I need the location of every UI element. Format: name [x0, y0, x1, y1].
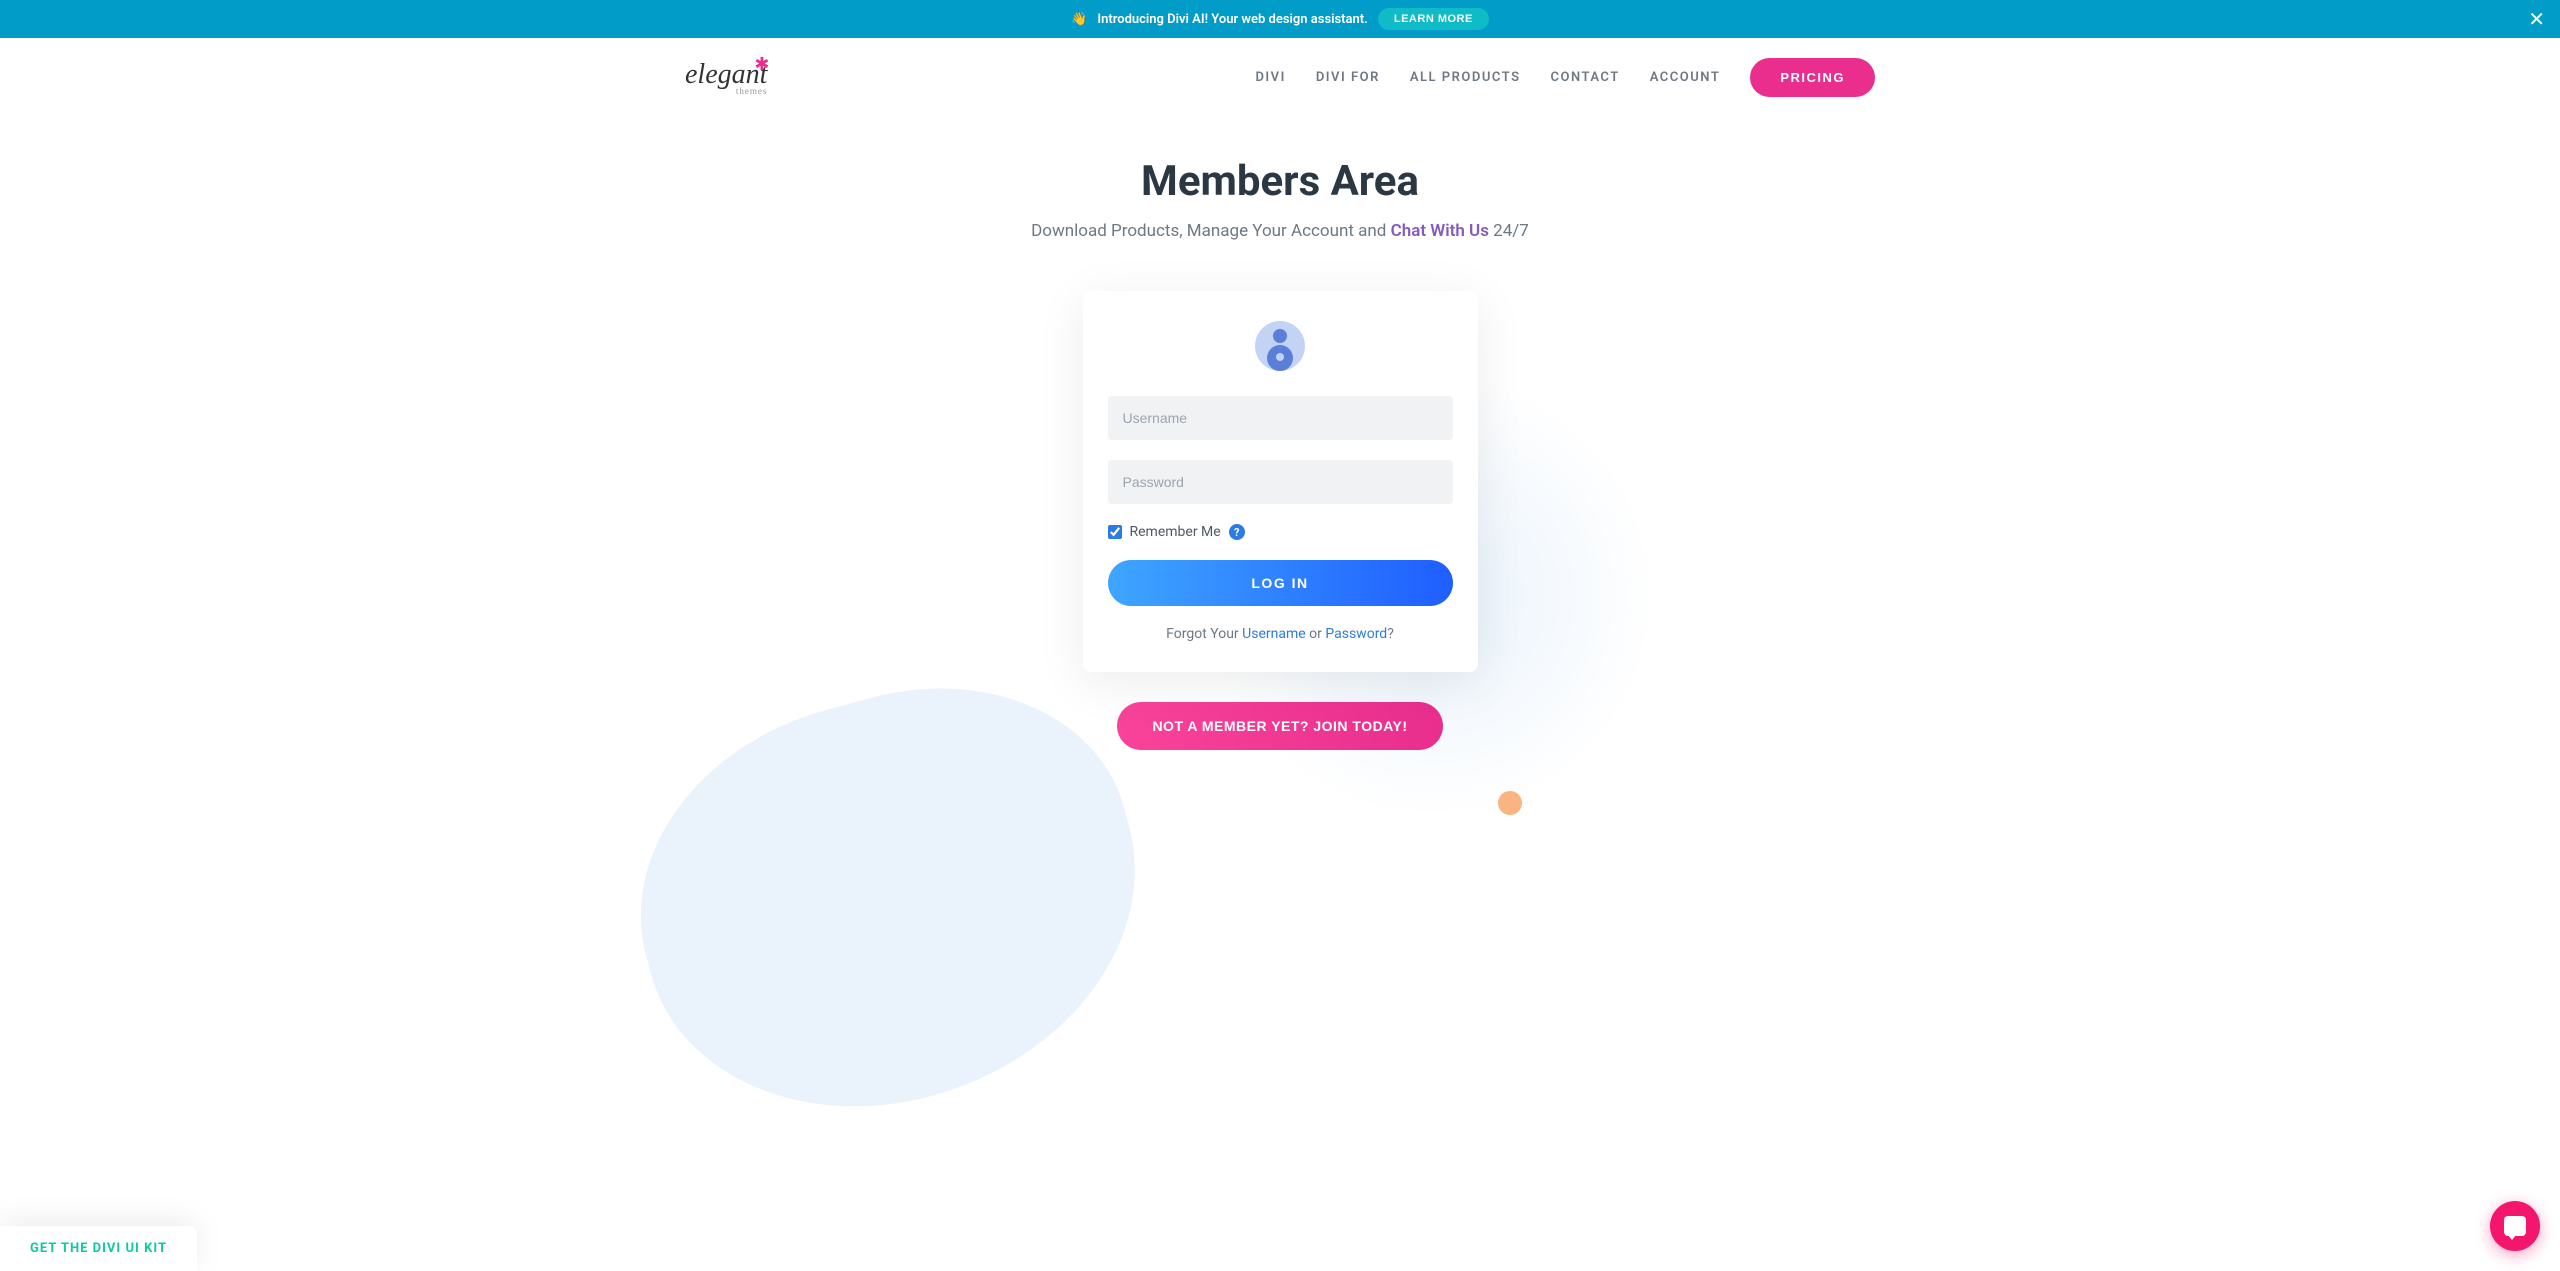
nav-account[interactable]: ACCOUNT — [1650, 70, 1721, 85]
logo[interactable]: elegant✱ themes — [685, 59, 767, 96]
intercom-button[interactable] — [2490, 1201, 2540, 1251]
banner-content: 👋 Introducing Divi AI! Your web design a… — [1071, 8, 1489, 30]
forgot-prefix: Forgot Your — [1166, 626, 1242, 642]
forgot-suffix: ? — [1387, 626, 1394, 642]
remember-label: Remember Me — [1130, 524, 1221, 540]
main-content: Members Area Download Products, Manage Y… — [0, 117, 2560, 850]
main-nav: DIVI DIVI FOR ALL PRODUCTS CONTACT ACCOU… — [1255, 58, 1875, 97]
forgot-password-link[interactable]: Password — [1325, 626, 1387, 642]
nav-all-products[interactable]: ALL PRODUCTS — [1410, 70, 1521, 85]
remember-checkbox[interactable] — [1108, 525, 1122, 539]
page-subtitle: Download Products, Manage Your Account a… — [20, 221, 2540, 241]
orange-dot — [1498, 791, 1522, 815]
wave-emoji: 👋 — [1071, 12, 1087, 27]
nav-divi-for[interactable]: DIVI FOR — [1316, 70, 1380, 85]
main-header: elegant✱ themes DIVI DIVI FOR ALL PRODUC… — [685, 38, 1875, 117]
forgot-or: or — [1306, 626, 1326, 642]
chat-icon — [2504, 1216, 2526, 1236]
forgot-row: Forgot Your Username or Password? — [1108, 626, 1453, 642]
banner-text: Introducing Divi AI! Your web design ass… — [1097, 12, 1368, 27]
avatar-head — [1273, 329, 1287, 343]
nav-divi[interactable]: DIVI — [1255, 70, 1285, 85]
username-input[interactable] — [1108, 396, 1453, 440]
user-lock-icon — [1255, 321, 1305, 371]
help-icon[interactable]: ? — [1229, 524, 1245, 540]
close-icon[interactable]: ✕ — [2528, 9, 2545, 29]
subtitle-suffix: 24/7 — [1489, 221, 1529, 241]
join-today-button[interactable]: NOT A MEMBER YET? JOIN TODAY! — [1117, 702, 1442, 750]
learn-more-button[interactable]: LEARN MORE — [1378, 8, 1489, 30]
login-card: Remember Me ? LOG IN Forgot Your Usernam… — [1083, 291, 1478, 672]
nav-contact[interactable]: CONTACT — [1551, 70, 1620, 85]
password-input[interactable] — [1108, 460, 1453, 504]
forgot-username-link[interactable]: Username — [1242, 626, 1306, 642]
page-title: Members Area — [20, 157, 2540, 206]
announcement-banner: 👋 Introducing Divi AI! Your web design a… — [0, 0, 2560, 38]
pricing-button[interactable]: PRICING — [1750, 58, 1875, 97]
remember-row: Remember Me ? — [1108, 524, 1453, 540]
avatar-keyhole — [1276, 353, 1284, 361]
subtitle-prefix: Download Products, Manage Your Account a… — [1031, 221, 1390, 241]
chat-with-us-link[interactable]: Chat With Us — [1391, 221, 1489, 241]
login-card-wrapper: Remember Me ? LOG IN Forgot Your Usernam… — [1083, 291, 1478, 672]
logo-star-icon: ✱ — [754, 54, 769, 75]
ui-kit-button[interactable]: GET THE DIVI UI KIT — [0, 1226, 197, 1271]
login-button[interactable]: LOG IN — [1108, 560, 1453, 606]
